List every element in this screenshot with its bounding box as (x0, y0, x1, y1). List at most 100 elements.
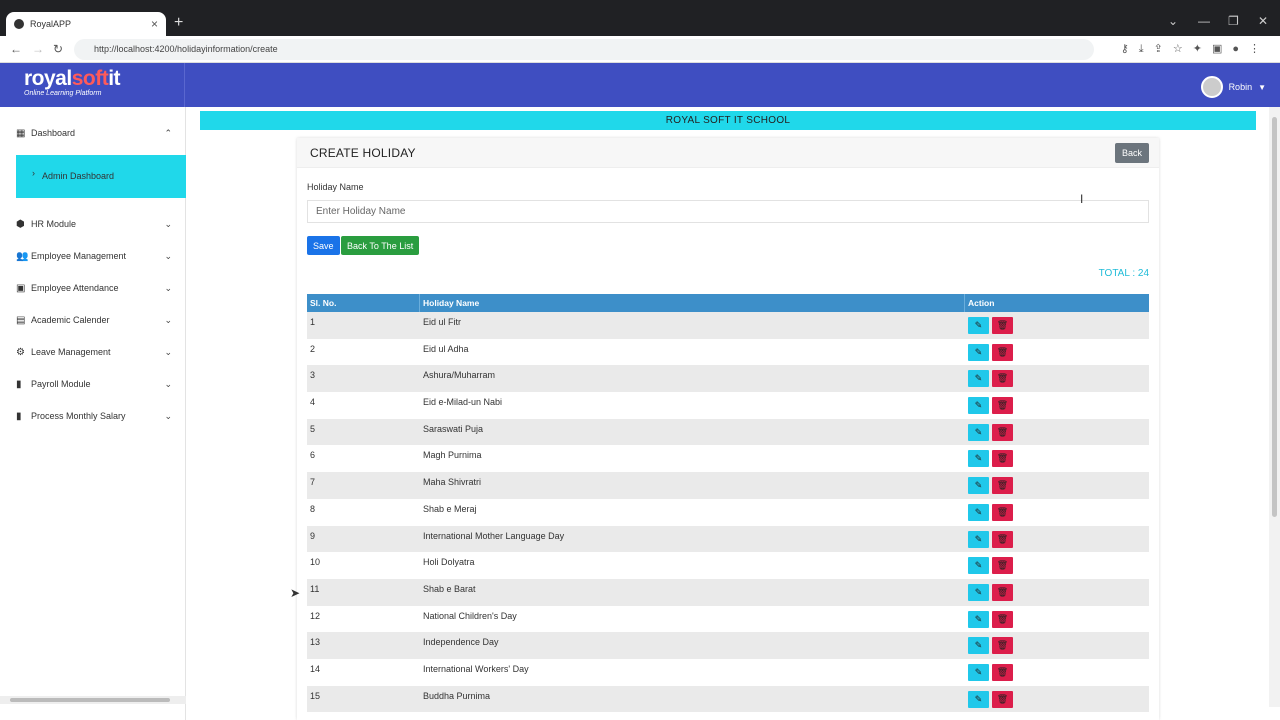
sidebar-item-label: Employee Attendance (31, 283, 119, 293)
edit-icon[interactable]: ✎ (968, 663, 989, 681)
minimize-icon[interactable]: — (1198, 14, 1210, 28)
reload-icon[interactable]: ↻ (53, 42, 63, 56)
row-actions: ✎ 🗑 (965, 606, 1149, 633)
chevron-down-icon: ⌄ (164, 282, 172, 293)
trash-icon[interactable]: 🗑 (992, 690, 1013, 708)
logo-tagline: Online Learning Platform (24, 90, 102, 97)
hr-icon: ⬢ (16, 218, 25, 230)
back-button[interactable]: Back (1114, 143, 1149, 163)
trash-icon[interactable]: 🗑 (992, 610, 1013, 628)
restore-icon[interactable]: ❐ (1228, 14, 1239, 28)
trash-icon[interactable]: 🗑 (992, 637, 1013, 655)
sidebar-item-leave-management[interactable]: ⚙ Leave Management ⌄ (16, 342, 186, 362)
trash-icon[interactable]: 🗑 (992, 317, 1013, 334)
edit-icon[interactable]: ✎ (968, 450, 989, 468)
text-cursor-icon: I (1080, 192, 1084, 206)
row-actions: ✎ 🗑 (965, 419, 1149, 446)
sidebar-scrollbar[interactable] (0, 696, 186, 704)
edit-icon[interactable]: ✎ (968, 423, 989, 441)
trash-icon[interactable]: 🗑 (992, 423, 1013, 441)
edit-icon[interactable]: ✎ (968, 503, 989, 521)
sidebar-item-employee-management[interactable]: 👥 Employee Management ⌄ (16, 246, 186, 266)
sidebar-item-hr-module[interactable]: ⬢ HR Module ⌄ (16, 214, 186, 234)
trash-icon[interactable]: 🗑 (992, 503, 1013, 521)
trash-icon[interactable]: 🗑 (992, 663, 1013, 681)
edit-icon[interactable]: ✎ (968, 397, 989, 415)
row-actions: ✎ 🗑 (965, 365, 1149, 392)
edit-icon[interactable]: ✎ (968, 370, 989, 388)
row-holiday-name: Magh Purnima (423, 450, 482, 461)
user-menu[interactable]: Robin ▼ (1200, 76, 1266, 98)
trash-icon[interactable]: 🗑 (992, 557, 1013, 575)
sidebar-item-admin-dashboard[interactable]: › Admin Dashboard (16, 155, 186, 198)
row-holiday-name: International Workers' Day (423, 663, 529, 674)
edit-icon[interactable]: ✎ (968, 530, 989, 548)
table-header: Sl. No. Holiday Name Action (307, 294, 1149, 312)
save-button[interactable]: Save (307, 236, 340, 255)
tab-search-icon[interactable]: ⌄ (1168, 14, 1178, 28)
trash-icon[interactable]: 🗑 (992, 583, 1013, 601)
row-serial: 14 (310, 663, 321, 674)
mouse-pointer-icon: ➤ (290, 586, 301, 600)
sidebar-item-process-monthly-salary[interactable]: ▮ Process Monthly Salary ⌄ (16, 406, 186, 426)
row-actions: ✎ 🗑 (965, 686, 1149, 713)
url-input[interactable]: http://localhost:4200/holidayinformation… (74, 39, 1094, 60)
trash-icon[interactable]: 🗑 (992, 343, 1013, 361)
browser-tab[interactable]: RoyalAPP × (6, 12, 166, 36)
edit-icon[interactable]: ✎ (968, 343, 989, 361)
chevron-up-icon: ⌃ (164, 127, 172, 138)
sidebar-item-dashboard[interactable]: ▦ Dashboard ⌃ (16, 123, 186, 143)
holiday-table: Sl. No. Holiday Name Action 1 Eid ul Fitr… (307, 294, 1149, 713)
table-row: 15 Buddha Purnima ✎ 🗑 (307, 685, 1149, 713)
window-close-icon[interactable]: ✕ (1258, 14, 1268, 28)
row-serial: 4 (310, 397, 316, 408)
row-holiday-name: Eid ul Fitr (423, 317, 462, 327)
scrollbar-thumb[interactable] (1272, 117, 1277, 517)
sidebar-item-label: HR Module (31, 219, 77, 229)
sidebar-item-payroll-module[interactable]: ▮ Payroll Module ⌄ (16, 374, 186, 394)
close-tab-icon[interactable]: × (151, 17, 158, 31)
table-row: 9 International Mother Language Day ✎ 🗑 (307, 525, 1149, 553)
gear-icon: ⚙ (16, 346, 25, 358)
edit-icon[interactable]: ✎ (968, 690, 989, 708)
trash-icon[interactable]: 🗑 (992, 370, 1013, 388)
edit-icon[interactable]: ✎ (968, 583, 989, 601)
row-serial: 6 (310, 450, 316, 461)
edit-icon[interactable]: ✎ (968, 317, 989, 334)
back-to-list-button[interactable]: Back To The List (341, 236, 420, 255)
edit-icon[interactable]: ✎ (968, 477, 989, 495)
holiday-name-label: Holiday Name (307, 182, 364, 192)
sidebar-item-employee-attendance[interactable]: ▣ Employee Attendance ⌄ (16, 278, 186, 298)
chevron-down-icon: ⌄ (164, 314, 172, 325)
row-serial: 9 (310, 530, 316, 541)
row-serial: 5 (310, 423, 316, 434)
new-tab-icon[interactable]: + (174, 14, 183, 32)
holiday-name-input[interactable] (307, 200, 1149, 223)
sidebar-item-label: Leave Management (31, 347, 111, 357)
sidebar: ▦ Dashboard ⌃ › Admin Dashboard ⬢ HR Mod… (0, 107, 186, 720)
edit-icon[interactable]: ✎ (968, 610, 989, 628)
row-serial: 13 (310, 637, 321, 648)
browser-toolbar-icons[interactable]: ⚷⤓⇪☆✦▣●⋮ (1121, 42, 1270, 56)
logo[interactable]: royalsoftit Online Learning Platform (0, 63, 185, 107)
row-actions: ✎ 🗑 (965, 499, 1149, 526)
edit-icon[interactable]: ✎ (968, 637, 989, 655)
row-holiday-name: Saraswati Puja (423, 423, 484, 434)
edit-icon[interactable]: ✎ (968, 557, 989, 575)
table-row: 13 Independence Day ✎ 🗑 (307, 632, 1149, 659)
page-scrollbar[interactable] (1269, 107, 1280, 707)
chevron-down-icon: ⌄ (164, 410, 172, 421)
salary-icon: ▮ (16, 410, 22, 422)
trash-icon[interactable]: 🗑 (992, 530, 1013, 548)
row-holiday-name: Maha Shivratri (423, 477, 482, 488)
scrollbar-thumb[interactable] (10, 698, 170, 702)
trash-icon[interactable]: 🗑 (992, 450, 1013, 468)
attendance-icon: ▣ (16, 282, 26, 294)
trash-icon[interactable]: 🗑 (992, 477, 1013, 495)
trash-icon[interactable]: 🗑 (992, 397, 1013, 415)
row-serial: 8 (310, 503, 316, 514)
sidebar-item-academic-calender[interactable]: ▤ Academic Calender ⌄ (16, 310, 186, 330)
back-arrow-icon[interactable]: ← (10, 42, 22, 56)
forward-arrow-icon[interactable]: → (32, 42, 44, 56)
row-holiday-name: Shab e Meraj (423, 503, 477, 514)
